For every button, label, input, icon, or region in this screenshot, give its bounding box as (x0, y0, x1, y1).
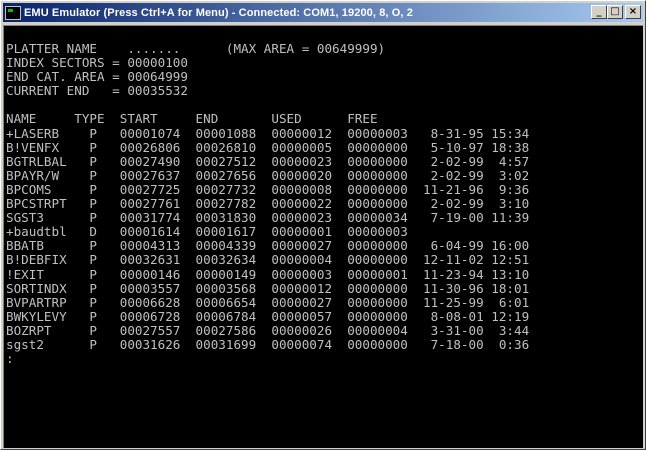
terminal-line: +LASERB P 00001074 00001088 00000012 000… (6, 125, 530, 141)
terminal-output: PLATTER NAME ....... (MAX AREA = 0064999… (6, 41, 530, 367)
terminal-line: B!DEBFIX P 00032631 00032634 00000004 00… (6, 252, 530, 268)
terminal-line: +baudtbl D 00001614 00001617 00000001 00… (6, 224, 408, 240)
window-controls: _ □ × (591, 5, 641, 19)
minimize-button[interactable]: _ (591, 5, 607, 19)
terminal-line: SGST3 P 00031774 00031830 00000023 00000… (6, 210, 530, 226)
terminal-line: B!VENFX P 00026806 00026810 00000005 000… (6, 139, 530, 155)
terminal-line: BBATB P 00004313 00004339 00000027 00000… (6, 238, 530, 254)
terminal-line: END CAT. AREA = 00064999 (6, 69, 188, 85)
terminal-line: BWKYLEVY P 00006728 00006784 00000057 00… (6, 308, 530, 324)
terminal-line: SORTINDX P 00003557 00003568 00000012 00… (6, 280, 530, 296)
terminal-line: sgst2 P 00031626 00031699 00000074 00000… (6, 336, 530, 352)
maximize-button[interactable]: □ (607, 5, 623, 19)
terminal-line: BGTRLBAL P 00027490 00027512 00000023 00… (6, 153, 530, 169)
terminal-line: BPCOMS P 00027725 00027732 00000008 0000… (6, 181, 530, 197)
terminal-line: !EXIT P 00000146 00000149 00000003 00000… (6, 266, 530, 282)
terminal-line: CURRENT END = 00035532 (6, 83, 188, 99)
terminal-screen[interactable]: PLATTER NAME ....... (MAX AREA = 0064999… (3, 25, 643, 448)
close-button[interactable]: × (625, 5, 641, 19)
terminal-line: BOZRPT P 00027557 00027586 00000026 0000… (6, 322, 530, 338)
terminal-line: BPAYR/W P 00027637 00027656 00000020 000… (6, 167, 530, 183)
terminal-line: : (6, 351, 14, 367)
terminal-line: NAME TYPE START END USED FREE (6, 111, 378, 127)
title-bar[interactable]: EMU Emulator (Press Ctrl+A for Menu) - C… (3, 3, 643, 22)
terminal-app-icon[interactable] (5, 5, 21, 20)
terminal-line: PLATTER NAME ....... (MAX AREA = 0064999… (6, 41, 386, 56)
emulator-window: EMU Emulator (Press Ctrl+A for Menu) - C… (0, 0, 646, 450)
terminal-line: INDEX SECTORS = 00000100 (6, 55, 188, 71)
terminal-line: BPCSTRPT P 00027761 00027782 00000022 00… (6, 196, 530, 212)
window-title: EMU Emulator (Press Ctrl+A for Menu) - C… (24, 6, 413, 19)
terminal-line: BVPARTRP P 00006628 00006654 00000027 00… (6, 294, 530, 310)
